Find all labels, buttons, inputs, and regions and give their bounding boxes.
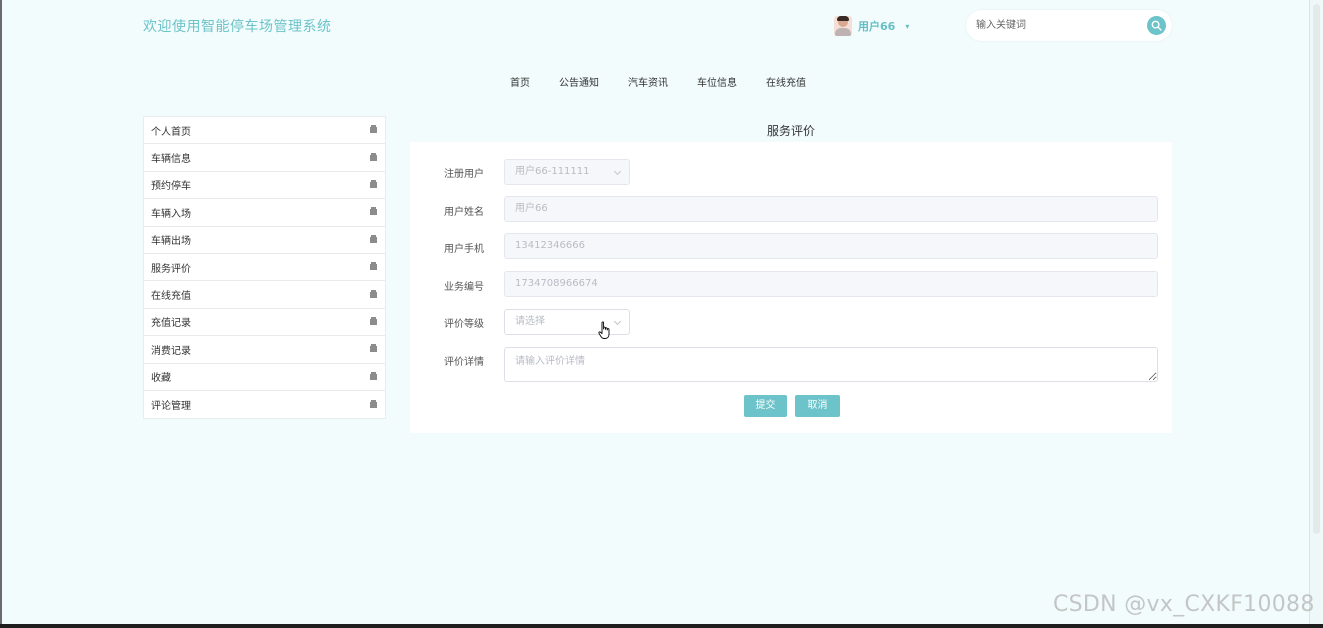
user-phone-field: 13412346666 <box>504 233 1158 259</box>
sidebar-item-label: 车辆出场 <box>151 236 191 248</box>
registered-user-label: 注册用户 <box>444 169 484 180</box>
review-detail-label: 评价详情 <box>444 357 484 368</box>
review-detail-textarea[interactable] <box>504 347 1158 382</box>
user-name-field: 用户66 <box>504 196 1158 222</box>
sidebar-item-vehicles[interactable]: 车辆信息 <box>144 144 385 172</box>
lock-icon <box>370 207 377 216</box>
rating-level-label: 评价等级 <box>444 319 484 330</box>
sidebar-item-label: 在线充值 <box>151 291 191 303</box>
rating-level-placeholder: 请选择 <box>515 316 545 327</box>
nav-car-news[interactable]: 汽车资讯 <box>628 74 668 89</box>
top-nav: 首页 公告通知 汽车资讯 车位信息 在线充值 <box>510 74 835 89</box>
avatar <box>834 16 852 36</box>
chevron-down-icon <box>613 167 622 176</box>
sidebar-item-label: 评论管理 <box>151 401 191 413</box>
window-left-edge <box>0 0 2 628</box>
scrollbar[interactable] <box>1309 0 1323 624</box>
search-bar <box>966 10 1172 41</box>
user-name-label: 用户姓名 <box>444 207 484 218</box>
lock-icon <box>370 152 377 161</box>
sidebar-item-label: 车辆信息 <box>151 154 191 166</box>
sidebar-item-vehicle-exit[interactable]: 车辆出场 <box>144 227 385 254</box>
hand-pointer-icon <box>598 321 610 339</box>
nav-parking-spaces[interactable]: 车位信息 <box>697 74 737 89</box>
sidebar-item-vehicle-entry[interactable]: 车辆入场 <box>144 199 385 227</box>
site-title: 欢迎使用智能停车场管理系统 <box>143 19 332 35</box>
sidebar-item-label: 消费记录 <box>151 345 191 357</box>
user-menu[interactable]: 用户66 ▾ <box>834 15 909 37</box>
sidebar-item-label: 收藏 <box>151 373 171 385</box>
sidebar-item-consumption-records[interactable]: 消费记录 <box>144 336 385 364</box>
registered-user-select: 用户66-111111 <box>504 159 630 185</box>
sidebar-item-comments[interactable]: 评论管理 <box>144 391 385 418</box>
lock-icon <box>370 179 377 188</box>
lock-icon <box>370 371 377 380</box>
lock-icon <box>370 399 377 408</box>
business-no-label: 业务编号 <box>444 282 484 293</box>
sidebar-item-favorites[interactable]: 收藏 <box>144 364 385 391</box>
lock-icon <box>370 125 377 134</box>
review-form: 注册用户 用户66-111111 用户姓名 用户66 用户手机 13412346… <box>410 142 1172 433</box>
scrollbar-thumb[interactable] <box>1313 4 1320 534</box>
sidebar-item-profile[interactable]: 个人首页 <box>144 117 385 145</box>
lock-icon <box>370 316 377 325</box>
window-bottom-edge <box>0 624 1323 628</box>
lock-icon <box>370 234 377 243</box>
search-icon <box>1151 20 1162 31</box>
caret-down-icon: ▾ <box>905 21 910 31</box>
lock-icon <box>370 344 377 353</box>
business-no-field: 1734708966674 <box>504 271 1158 297</box>
sidebar-item-service-review[interactable]: 服务评价 <box>144 254 385 282</box>
lock-icon <box>370 262 377 271</box>
sidebar-item-reservation[interactable]: 预约停车 <box>144 172 385 200</box>
sidebar-item-recharge-records[interactable]: 充值记录 <box>144 309 385 337</box>
sidebar-item-online-recharge[interactable]: 在线充值 <box>144 281 385 309</box>
search-button[interactable] <box>1147 16 1166 35</box>
submit-button[interactable]: 提交 <box>744 395 787 417</box>
search-input[interactable] <box>976 17 1141 34</box>
lock-icon <box>370 289 377 298</box>
user-phone-label: 用户手机 <box>444 244 484 255</box>
user-name: 用户66 <box>858 20 896 33</box>
watermark: CSDN @vx_CXKF10088 <box>1053 592 1315 617</box>
sidebar-item-label: 服务评价 <box>151 263 191 275</box>
cancel-button[interactable]: 取消 <box>795 395 840 417</box>
sidebar-item-label: 个人首页 <box>151 126 191 138</box>
registered-user-value: 用户66-111111 <box>515 166 590 177</box>
sidebar-item-label: 预约停车 <box>151 181 191 193</box>
nav-recharge[interactable]: 在线充值 <box>766 74 806 89</box>
nav-home[interactable]: 首页 <box>510 74 530 89</box>
chevron-down-icon <box>613 317 622 326</box>
sidebar-item-label: 充值记录 <box>151 318 191 330</box>
nav-notices[interactable]: 公告通知 <box>559 74 599 89</box>
sidebar: 个人首页 车辆信息 预约停车 车辆入场 车辆出场 服务评价 在线充值 充值记录 … <box>143 116 386 420</box>
sidebar-item-label: 车辆入场 <box>151 208 191 220</box>
page-title: 服务评价 <box>766 124 815 138</box>
